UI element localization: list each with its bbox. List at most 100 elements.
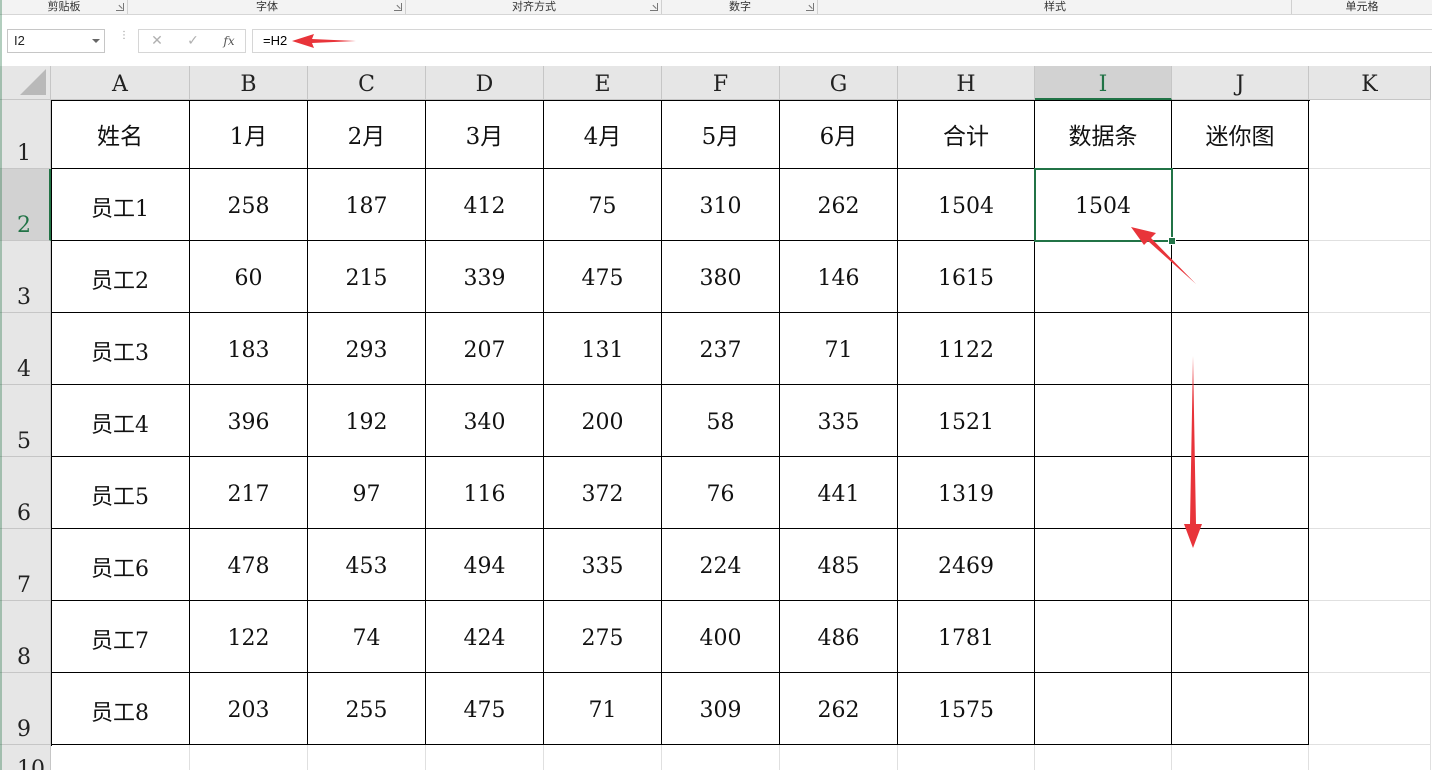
cell-f8[interactable]: 400 — [662, 601, 780, 673]
cell-a8[interactable]: 员工7 — [51, 601, 190, 673]
dialog-launcher-icon[interactable] — [116, 3, 124, 11]
column-header-g[interactable]: G — [780, 66, 898, 100]
cell-k5[interactable] — [1309, 385, 1431, 457]
cell-h3[interactable]: 1615 — [898, 241, 1035, 313]
row-header-8[interactable]: 8 — [0, 601, 51, 673]
cell-i2[interactable]: 1504 — [1035, 169, 1172, 241]
cell-c7[interactable]: 453 — [308, 529, 426, 601]
cell-c6[interactable]: 97 — [308, 457, 426, 529]
cell-a1[interactable]: 姓名 — [51, 100, 190, 169]
ribbon-group-styles[interactable]: 样式 — [818, 0, 1292, 14]
insert-function-icon[interactable]: fx — [217, 30, 241, 52]
cell-j6[interactable] — [1172, 457, 1309, 529]
cell-f4[interactable]: 237 — [662, 313, 780, 385]
cell-b5[interactable]: 396 — [190, 385, 308, 457]
cell-k8[interactable] — [1309, 601, 1431, 673]
formula-bar-grip-icon[interactable]: ⋮ — [119, 31, 129, 48]
cell-h7[interactable]: 2469 — [898, 529, 1035, 601]
cell-i9[interactable] — [1035, 673, 1172, 745]
cell-d6[interactable]: 116 — [426, 457, 544, 529]
column-header-h[interactable]: H — [898, 66, 1035, 100]
fill-handle[interactable] — [1168, 237, 1176, 245]
ribbon-group-alignment[interactable]: 对齐方式 — [406, 0, 662, 14]
formula-input[interactable]: =H2 — [252, 29, 1432, 53]
dialog-launcher-icon[interactable] — [394, 3, 402, 11]
cell-f10[interactable] — [662, 745, 780, 770]
cell-d7[interactable]: 494 — [426, 529, 544, 601]
cell-k9[interactable] — [1309, 673, 1431, 745]
cell-a2[interactable]: 员工1 — [51, 169, 190, 241]
row-header-1[interactable]: 1 — [0, 100, 51, 169]
cell-e10[interactable] — [544, 745, 662, 770]
cell-i8[interactable] — [1035, 601, 1172, 673]
cell-b1[interactable]: 1月 — [190, 100, 308, 169]
enter-check-icon[interactable]: ✓ — [181, 30, 205, 52]
cell-g8[interactable]: 486 — [780, 601, 898, 673]
cell-g6[interactable]: 441 — [780, 457, 898, 529]
cell-d9[interactable]: 475 — [426, 673, 544, 745]
cell-h6[interactable]: 1319 — [898, 457, 1035, 529]
cell-i5[interactable] — [1035, 385, 1172, 457]
column-header-i[interactable]: I — [1035, 66, 1172, 100]
column-header-j[interactable]: J — [1172, 66, 1309, 100]
cell-b6[interactable]: 217 — [190, 457, 308, 529]
cell-j2[interactable] — [1172, 169, 1309, 241]
cell-f3[interactable]: 380 — [662, 241, 780, 313]
cell-g2[interactable]: 262 — [780, 169, 898, 241]
cell-h9[interactable]: 1575 — [898, 673, 1035, 745]
cell-a5[interactable]: 员工4 — [51, 385, 190, 457]
cell-i6[interactable] — [1035, 457, 1172, 529]
cell-j4[interactable] — [1172, 313, 1309, 385]
column-header-a[interactable]: A — [51, 66, 190, 100]
ribbon-group-cells[interactable]: 单元格 — [1292, 0, 1432, 14]
cell-f6[interactable]: 76 — [662, 457, 780, 529]
cell-d10[interactable] — [426, 745, 544, 770]
cell-d1[interactable]: 3月 — [426, 100, 544, 169]
ribbon-group-number[interactable]: 数字 — [662, 0, 818, 14]
name-box[interactable]: I2 — [7, 29, 105, 53]
row-header-6[interactable]: 6 — [0, 457, 51, 529]
cell-k1[interactable] — [1309, 100, 1431, 169]
cell-h2[interactable]: 1504 — [898, 169, 1035, 241]
cell-a9[interactable]: 员工8 — [51, 673, 190, 745]
cell-e8[interactable]: 275 — [544, 601, 662, 673]
cell-b4[interactable]: 183 — [190, 313, 308, 385]
cell-f2[interactable]: 310 — [662, 169, 780, 241]
column-header-e[interactable]: E — [544, 66, 662, 100]
cell-i3[interactable] — [1035, 241, 1172, 313]
cell-f9[interactable]: 309 — [662, 673, 780, 745]
cell-g1[interactable]: 6月 — [780, 100, 898, 169]
cell-j1[interactable]: 迷你图 — [1172, 100, 1309, 169]
cell-e5[interactable]: 200 — [544, 385, 662, 457]
column-header-d[interactable]: D — [426, 66, 544, 100]
column-header-f[interactable]: F — [662, 66, 780, 100]
cell-a7[interactable]: 员工6 — [51, 529, 190, 601]
cell-c9[interactable]: 255 — [308, 673, 426, 745]
cell-h10[interactable] — [898, 745, 1035, 770]
cell-i7[interactable] — [1035, 529, 1172, 601]
cell-h8[interactable]: 1781 — [898, 601, 1035, 673]
cell-f5[interactable]: 58 — [662, 385, 780, 457]
cell-d2[interactable]: 412 — [426, 169, 544, 241]
cell-g10[interactable] — [780, 745, 898, 770]
cell-g5[interactable]: 335 — [780, 385, 898, 457]
cell-a10[interactable] — [51, 745, 190, 770]
cell-b9[interactable]: 203 — [190, 673, 308, 745]
row-header-3[interactable]: 3 — [0, 241, 51, 313]
cell-k7[interactable] — [1309, 529, 1431, 601]
cell-a3[interactable]: 员工2 — [51, 241, 190, 313]
cell-k4[interactable] — [1309, 313, 1431, 385]
ribbon-group-font[interactable]: 字体 — [128, 0, 406, 14]
cell-c4[interactable]: 293 — [308, 313, 426, 385]
dialog-launcher-icon[interactable] — [650, 3, 658, 11]
cell-c3[interactable]: 215 — [308, 241, 426, 313]
cell-i4[interactable] — [1035, 313, 1172, 385]
cell-d4[interactable]: 207 — [426, 313, 544, 385]
cell-g9[interactable]: 262 — [780, 673, 898, 745]
cell-b3[interactable]: 60 — [190, 241, 308, 313]
select-all-button[interactable] — [0, 66, 51, 100]
cell-h4[interactable]: 1122 — [898, 313, 1035, 385]
cell-c1[interactable]: 2月 — [308, 100, 426, 169]
worksheet-grid[interactable]: A B C D E F G H I J K 1 2 3 4 5 6 7 8 9 10 姓名 1月 2月 3月 4月 5月 6月 合计 数据… — [0, 66, 1432, 770]
cell-i1[interactable]: 数据条 — [1035, 100, 1172, 169]
